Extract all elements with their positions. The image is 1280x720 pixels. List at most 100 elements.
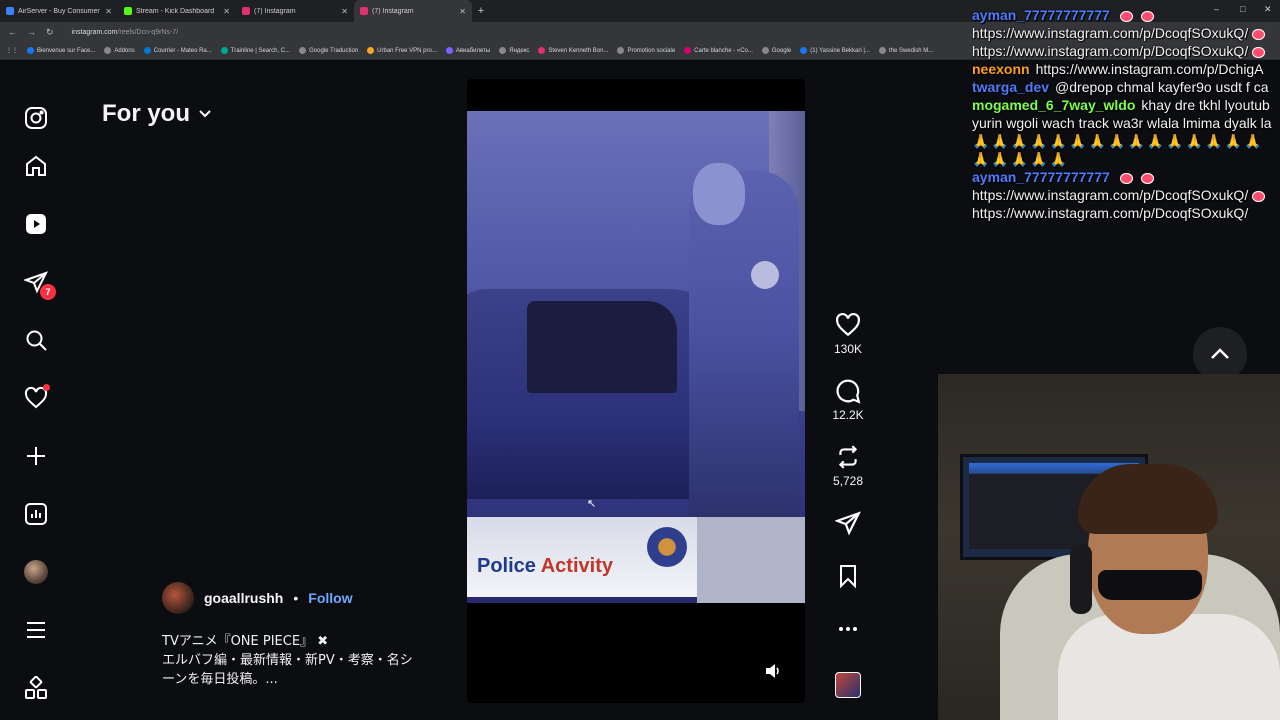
chat-text: khay dre tkhl lyoutub [1141, 97, 1270, 113]
reels-icon[interactable] [22, 210, 50, 238]
heart-emote-icon [1252, 46, 1266, 58]
repost-action: 5,728 [818, 444, 878, 488]
bookmark-favicon-icon [445, 47, 453, 54]
back-icon[interactable]: ← [8, 27, 17, 37]
tab-close-icon[interactable]: ✕ [459, 7, 466, 16]
more-options-icon[interactable] [837, 618, 859, 640]
profile-avatar[interactable] [22, 558, 50, 586]
forward-icon[interactable]: → [27, 27, 36, 37]
bookmark-item[interactable]: Яндекс [499, 47, 529, 54]
chat-message: https://www.instagram.com/p/DcoqfSOxukQ/ [972, 186, 1280, 204]
more-apps-icon[interactable] [22, 674, 50, 702]
url-path: /reels/Dcn-q9rNs-7/ [117, 28, 179, 36]
feed-selector[interactable]: For you [102, 100, 212, 128]
bookmark-item[interactable]: Bienvenue sur Face... [27, 47, 95, 54]
bookmark-label: Google Traduction [309, 47, 359, 54]
bookmark-item[interactable]: (1) Yassine Bekkari |... [800, 47, 870, 54]
chat-text: @drepop chmal kayfer9o usdt f ca [1055, 79, 1269, 95]
chat-message: yurin wgoli wach track wa3r wlala lmima … [972, 114, 1280, 132]
heart-emote-icon [1252, 28, 1266, 40]
tab-close-icon[interactable]: ✕ [341, 7, 348, 16]
bookmark-label: (1) Yassine Bekkari |... [810, 47, 870, 54]
chat-username: mogamed_6_7way_wldo [972, 97, 1136, 113]
browser-tab[interactable]: (7) Instagram ✕ [354, 0, 472, 22]
notifications-heart-icon[interactable] [22, 384, 50, 412]
url-field[interactable]: instagram.com/reels/Dcn-q9rNs-7/ [72, 29, 179, 36]
bookmark-item[interactable]: the Swedish M... [878, 47, 934, 54]
share-icon[interactable] [835, 510, 861, 536]
video-officer-head [693, 163, 745, 225]
repost-icon[interactable] [835, 444, 861, 470]
sheriff-badge [647, 527, 687, 567]
chevron-up-icon [1211, 348, 1229, 359]
bookmark-label: Авиабилеты [455, 47, 491, 54]
bookmark-item[interactable]: Courrier - Mateo Ra... [143, 47, 212, 54]
bookmark-item[interactable]: Carte blanche - «Co... [684, 47, 753, 54]
browser-tab[interactable]: AirServer - Buy Consumer Licen ✕ [0, 0, 118, 22]
follow-button[interactable]: Follow [308, 590, 352, 606]
create-plus-icon[interactable] [22, 442, 50, 470]
post-caption[interactable]: TVアニメ『ONE PIECE』 ✖ エルバフ編・最新情報・新PV・考察・名シ … [162, 632, 442, 689]
like-action: 130K [818, 312, 878, 356]
chat-message: neexonn https://www.instagram.com/p/Dchig… [972, 60, 1280, 78]
menu-icon[interactable] [22, 616, 50, 644]
caption-line: エルバフ編・最新情報・新PV・考察・名シ [162, 653, 413, 668]
chat-text: https://www.instagram.com/p/DcoqfSOxukQ/ [972, 205, 1249, 221]
video-car-window [527, 301, 677, 393]
notification-dot [43, 384, 50, 391]
bookmark-item[interactable]: Google Traduction [299, 47, 358, 54]
bookmark-item[interactable]: Steven Kenneth Bon... [538, 47, 608, 54]
author-avatar[interactable] [162, 582, 194, 614]
tab-close-icon[interactable]: ✕ [223, 7, 230, 16]
home-icon[interactable] [22, 152, 50, 180]
bookmark-item[interactable]: Addons [104, 47, 135, 54]
apps-icon[interactable]: ⋮⋮ [6, 47, 18, 54]
audio-thumbnail[interactable] [835, 672, 861, 698]
bookmark-item[interactable]: Promotion sociale [617, 47, 675, 54]
chat-text: yurin wgoli wach track wa3r wlala lmima … [972, 115, 1272, 131]
chat-message: https://www.instagram.com/p/DcoqfSOxukQ/ [972, 204, 1280, 222]
volume-icon[interactable] [763, 661, 783, 681]
search-icon[interactable] [22, 326, 50, 354]
bookmark-item[interactable]: Urban Free VPN pro... [367, 47, 437, 54]
instagram-logo-icon[interactable] [22, 104, 50, 132]
bookmark-favicon-icon [299, 47, 307, 54]
bookmark-item[interactable]: Авиабилеты [445, 47, 491, 54]
tab-title: (7) Instagram [254, 7, 296, 15]
chat-username: neexonn [972, 61, 1030, 77]
streamer-hair [1078, 464, 1218, 534]
bookmark-item[interactable]: Google [761, 47, 791, 54]
caption-line: ーンを毎日投稿。... [162, 672, 278, 687]
chat-message: mogamed_6_7way_wldo khay dre tkhl lyoutub [972, 96, 1280, 114]
bookmark-icon[interactable] [836, 564, 860, 588]
tab-close-icon[interactable]: ✕ [105, 7, 112, 16]
bookmark-favicon-icon [367, 47, 375, 54]
bookmark-label: Carte blanche - «Co... [694, 47, 753, 54]
bookmark-item[interactable]: Trainline | Search, C... [220, 47, 290, 54]
reload-icon[interactable]: ↻ [46, 27, 54, 38]
messages-badge: 7 [40, 284, 56, 300]
police-activity-label: Police Activity [477, 555, 613, 578]
browser-tab[interactable]: Stream - Kick Dashboard ✕ [118, 0, 236, 22]
heart-emote-icon [1252, 190, 1266, 202]
heart-emote-icon [1140, 172, 1154, 184]
chat-message: ayman_77777777777 [972, 6, 1280, 24]
bookmark-label: the Swedish M... [888, 47, 934, 54]
browser-tab[interactable]: (7) Instagram ✕ [236, 0, 354, 22]
avatar [24, 560, 48, 584]
mouse-cursor-icon: ↖ [587, 498, 597, 510]
chat-username: twarga_dev [972, 79, 1050, 95]
scroll-up-button[interactable] [1193, 327, 1247, 381]
bookmark-label: Яндекс [509, 47, 530, 54]
reel-video[interactable]: Police Activity ↖ [467, 79, 805, 703]
messages-icon[interactable]: 7 [22, 268, 56, 300]
heart-icon[interactable] [835, 312, 861, 338]
dashboard-icon[interactable] [22, 500, 50, 528]
separator-dot: • [293, 590, 299, 606]
comment-icon[interactable] [835, 378, 861, 404]
bookmark-favicon-icon [143, 47, 151, 54]
sunglasses [1098, 570, 1202, 600]
chat-message: twarga_dev @drepop chmal kayfer9o usdt f … [972, 78, 1280, 96]
author-name[interactable]: goaallrushh [204, 590, 283, 606]
new-tab-button[interactable]: + [472, 5, 490, 17]
